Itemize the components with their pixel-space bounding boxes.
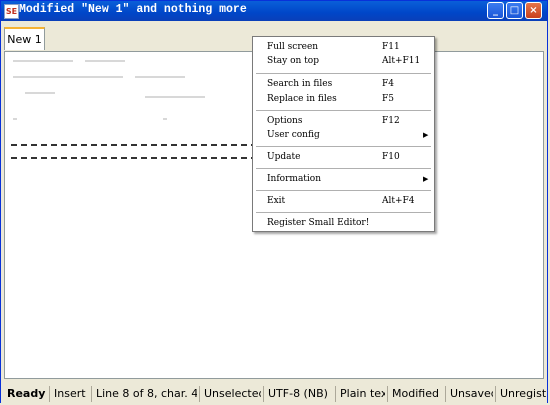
- text-line: [163, 118, 167, 120]
- text-line: [13, 76, 123, 78]
- status-encoding: UTF-8 (NB): [263, 386, 333, 402]
- menu-separator: [256, 168, 431, 170]
- text-line: [25, 92, 55, 94]
- maximize-button[interactable]: □: [506, 2, 523, 19]
- menu-item-register[interactable]: Register Small Editor!: [253, 217, 434, 230]
- menu-item-replace-in-files[interactable]: Replace in files F5: [253, 93, 434, 106]
- menu-item-label: Full screen: [267, 42, 319, 52]
- menu-separator: [256, 146, 431, 148]
- menu-item-label: Replace in files: [267, 94, 337, 104]
- menu-item-shortcut: F5: [382, 94, 394, 104]
- menu-item-shortcut: Alt+F4: [382, 196, 415, 206]
- menu-item-label: Register Small Editor!: [267, 218, 370, 228]
- menu-item-shortcut: F4: [382, 79, 394, 89]
- menu-item-shortcut: F12: [382, 116, 400, 126]
- menu-item-full-screen[interactable]: Full screen F11: [253, 41, 434, 54]
- menu-separator: [256, 190, 431, 192]
- window-title: Modified "New 1" and nothing more: [19, 3, 247, 16]
- status-syntax: Plain text: [335, 386, 385, 402]
- menu-item-options[interactable]: Options F12: [253, 115, 434, 128]
- menu-item-search-in-files[interactable]: Search in files F4: [253, 78, 434, 91]
- submenu-arrow-icon: ▶: [423, 131, 429, 139]
- status-registration: Unregist...: [495, 386, 547, 402]
- status-saved: Unsaved: [445, 386, 493, 402]
- menu-item-label: User config: [267, 130, 320, 140]
- dashed-line: [11, 157, 257, 159]
- text-line: [135, 76, 185, 78]
- menu-item-label: Options: [267, 116, 303, 126]
- menu-separator: [256, 73, 431, 75]
- menu-item-label: Stay on top: [267, 56, 319, 66]
- status-insert-mode: Insert: [49, 386, 89, 402]
- status-cursor-position: Line 8 of 8, char. 43: [91, 386, 197, 402]
- tab-new-1[interactable]: New 1: [4, 27, 45, 50]
- text-line: [145, 96, 205, 98]
- close-button[interactable]: ×: [525, 2, 542, 19]
- menu-item-information[interactable]: Information ▶: [253, 173, 434, 186]
- menu-item-shortcut: Alt+F11: [382, 56, 421, 66]
- menu-item-stay-on-top[interactable]: Stay on top Alt+F11: [253, 55, 434, 68]
- submenu-arrow-icon: ▶: [423, 175, 429, 183]
- menu-separator: [256, 212, 431, 214]
- minimize-button[interactable]: _: [487, 2, 504, 19]
- menu-item-update[interactable]: Update F10: [253, 151, 434, 164]
- menu-separator: [256, 110, 431, 112]
- menu-item-shortcut: F11: [382, 42, 400, 52]
- text-line: [13, 60, 73, 62]
- text-line: [85, 60, 125, 62]
- app-window: SE Modified "New 1" and nothing more _ □…: [0, 0, 548, 404]
- menu-item-exit[interactable]: Exit Alt+F4: [253, 195, 434, 208]
- menu-item-user-config[interactable]: User config ▶: [253, 129, 434, 142]
- status-selection: Unselected: [199, 386, 261, 402]
- text-line: [13, 118, 17, 120]
- menu-item-shortcut: F10: [382, 152, 400, 162]
- app-icon[interactable]: SE: [4, 4, 19, 19]
- menu-item-label: Information: [267, 174, 322, 184]
- status-state: Ready: [7, 387, 46, 400]
- status-bar: Ready Insert Line 8 of 8, char. 43 Unsel…: [1, 385, 547, 404]
- status-modified: Modified: [387, 386, 443, 402]
- menu-item-label: Update: [267, 152, 301, 162]
- title-bar[interactable]: SE Modified "New 1" and nothing more _ □…: [1, 1, 547, 21]
- context-menu: Full screen F11 Stay on top Alt+F11 Sear…: [252, 36, 435, 232]
- menu-item-label: Exit: [267, 196, 286, 206]
- dashed-line: [11, 144, 257, 146]
- menu-item-label: Search in files: [267, 79, 333, 89]
